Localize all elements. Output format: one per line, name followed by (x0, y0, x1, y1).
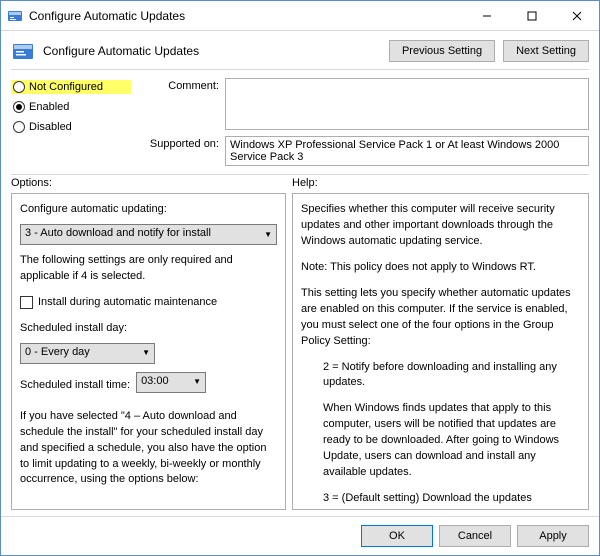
radio-group: Not Configured Enabled Disabled (11, 78, 131, 166)
help-text: When Windows finds updates that apply to… (301, 401, 580, 481)
help-label: Help: (292, 177, 589, 189)
dropdown-value: 0 - Every day (25, 345, 90, 361)
close-button[interactable] (554, 1, 599, 31)
supported-text[interactable]: Windows XP Professional Service Pack 1 o… (225, 136, 589, 166)
dropdown-value: 3 - Auto download and notify for install (25, 226, 211, 242)
checkbox-label: Install during automatic maintenance (38, 295, 217, 311)
comment-label: Comment: (139, 78, 219, 92)
radio-disabled[interactable]: Disabled (11, 120, 131, 134)
chevron-down-icon: ▼ (264, 229, 272, 241)
config-area: Not Configured Enabled Disabled Comment:… (1, 70, 599, 170)
comment-column: Comment: Supported on: Windows XP Profes… (139, 78, 589, 166)
supported-label: Supported on: (139, 136, 219, 150)
ok-button[interactable]: OK (361, 525, 433, 547)
radio-enabled[interactable]: Enabled (11, 100, 131, 114)
radio-icon (13, 101, 25, 113)
help-text: 3 = (Default setting) Download the updat… (301, 491, 580, 510)
options-label: Options: (11, 177, 286, 189)
cancel-button[interactable]: Cancel (439, 525, 511, 547)
radio-icon (13, 81, 25, 93)
dialog-window: Configure Automatic Updates Configure Au… (0, 0, 600, 556)
maximize-button[interactable] (509, 1, 554, 31)
options-note: The following settings are only required… (20, 253, 277, 285)
day-dropdown[interactable]: 0 - Every day ▼ (20, 343, 155, 364)
dropdown-value: 03:00 (141, 374, 169, 390)
minimize-button[interactable] (464, 1, 509, 31)
time-dropdown[interactable]: 03:00 ▼ (136, 372, 206, 393)
checkbox-icon (20, 296, 33, 309)
header: Configure Automatic Updates Previous Set… (1, 31, 599, 69)
options-long-note: If you have selected "4 – Auto download … (20, 409, 277, 489)
radio-label: Enabled (29, 101, 69, 113)
help-text: Note: This policy does not apply to Wind… (301, 260, 580, 276)
configure-dropdown[interactable]: 3 - Auto download and notify for install… (20, 224, 277, 245)
options-box[interactable]: Configure automatic updating: 3 - Auto d… (11, 193, 286, 510)
previous-setting-button[interactable]: Previous Setting (389, 40, 495, 62)
chevron-down-icon: ▼ (142, 347, 150, 359)
window-title: Configure Automatic Updates (29, 9, 464, 23)
next-setting-button[interactable]: Next Setting (503, 40, 589, 62)
help-panel: Help: Specifies whether this computer wi… (292, 177, 589, 510)
page-title: Configure Automatic Updates (43, 44, 381, 58)
radio-label: Disabled (29, 121, 72, 133)
policy-icon (11, 39, 35, 63)
help-text: Specifies whether this computer will rec… (301, 202, 580, 250)
apply-button[interactable]: Apply (517, 525, 589, 547)
chevron-down-icon: ▼ (193, 376, 201, 388)
radio-icon (13, 121, 25, 133)
radio-label: Not Configured (29, 81, 103, 93)
time-label: Scheduled install time: (20, 378, 130, 394)
maintenance-checkbox[interactable]: Install during automatic maintenance (20, 295, 277, 311)
configure-label: Configure automatic updating: (20, 202, 277, 218)
options-panel: Options: Configure automatic updating: 3… (11, 177, 286, 510)
radio-not-configured[interactable]: Not Configured (11, 80, 131, 94)
titlebar: Configure Automatic Updates (1, 1, 599, 31)
footer: OK Cancel Apply (1, 516, 599, 555)
lower-panels: Options: Configure automatic updating: 3… (1, 175, 599, 516)
comment-input[interactable] (225, 78, 589, 130)
help-text: This setting lets you specify whether au… (301, 286, 580, 350)
app-icon (7, 8, 23, 24)
day-label: Scheduled install day: (20, 321, 277, 337)
help-text: 2 = Notify before downloading and instal… (301, 360, 580, 392)
help-box[interactable]: Specifies whether this computer will rec… (292, 193, 589, 510)
